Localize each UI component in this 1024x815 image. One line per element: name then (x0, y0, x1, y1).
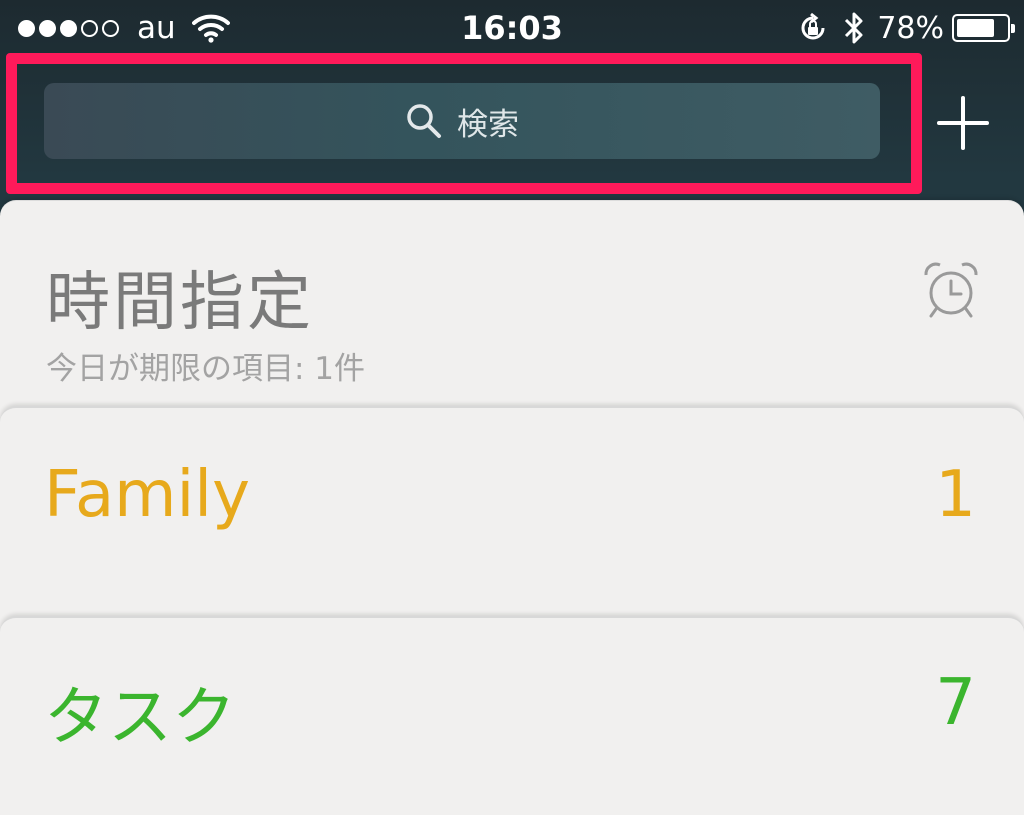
add-list-button[interactable] (930, 92, 996, 154)
scheduled-list-card[interactable]: 時間指定 今日が期限の項目: 1件 (0, 200, 1024, 440)
status-bar-right: 78% (797, 8, 1015, 48)
search-icon (407, 104, 441, 138)
status-bar: au 16:03 78% (0, 0, 1024, 56)
list-card-tasks[interactable]: タスク 7 (0, 616, 1024, 815)
scheduled-subtitle: 今日が期限の項目: 1件 (46, 351, 366, 387)
battery-fill (957, 19, 994, 37)
scheduled-title: 時間指定 (46, 266, 314, 340)
battery-icon (952, 14, 1015, 42)
battery-percentage: 78% (877, 10, 944, 46)
alarm-clock-icon (924, 262, 978, 318)
battery-cap (1011, 24, 1015, 33)
rotation-lock-icon (801, 12, 825, 40)
list-count: 1 (935, 458, 976, 532)
list-name: Family (44, 458, 250, 532)
bluetooth-icon (845, 12, 863, 44)
list-name: タスク (44, 681, 236, 755)
search-placeholder: 検索 (457, 106, 519, 143)
list-count: 7 (935, 666, 976, 740)
reminders-screen: au 16:03 78% 検索 時間指定 今日が期限の項目: 1件 Family… (0, 0, 1024, 815)
search-field[interactable]: 検索 (44, 83, 880, 159)
